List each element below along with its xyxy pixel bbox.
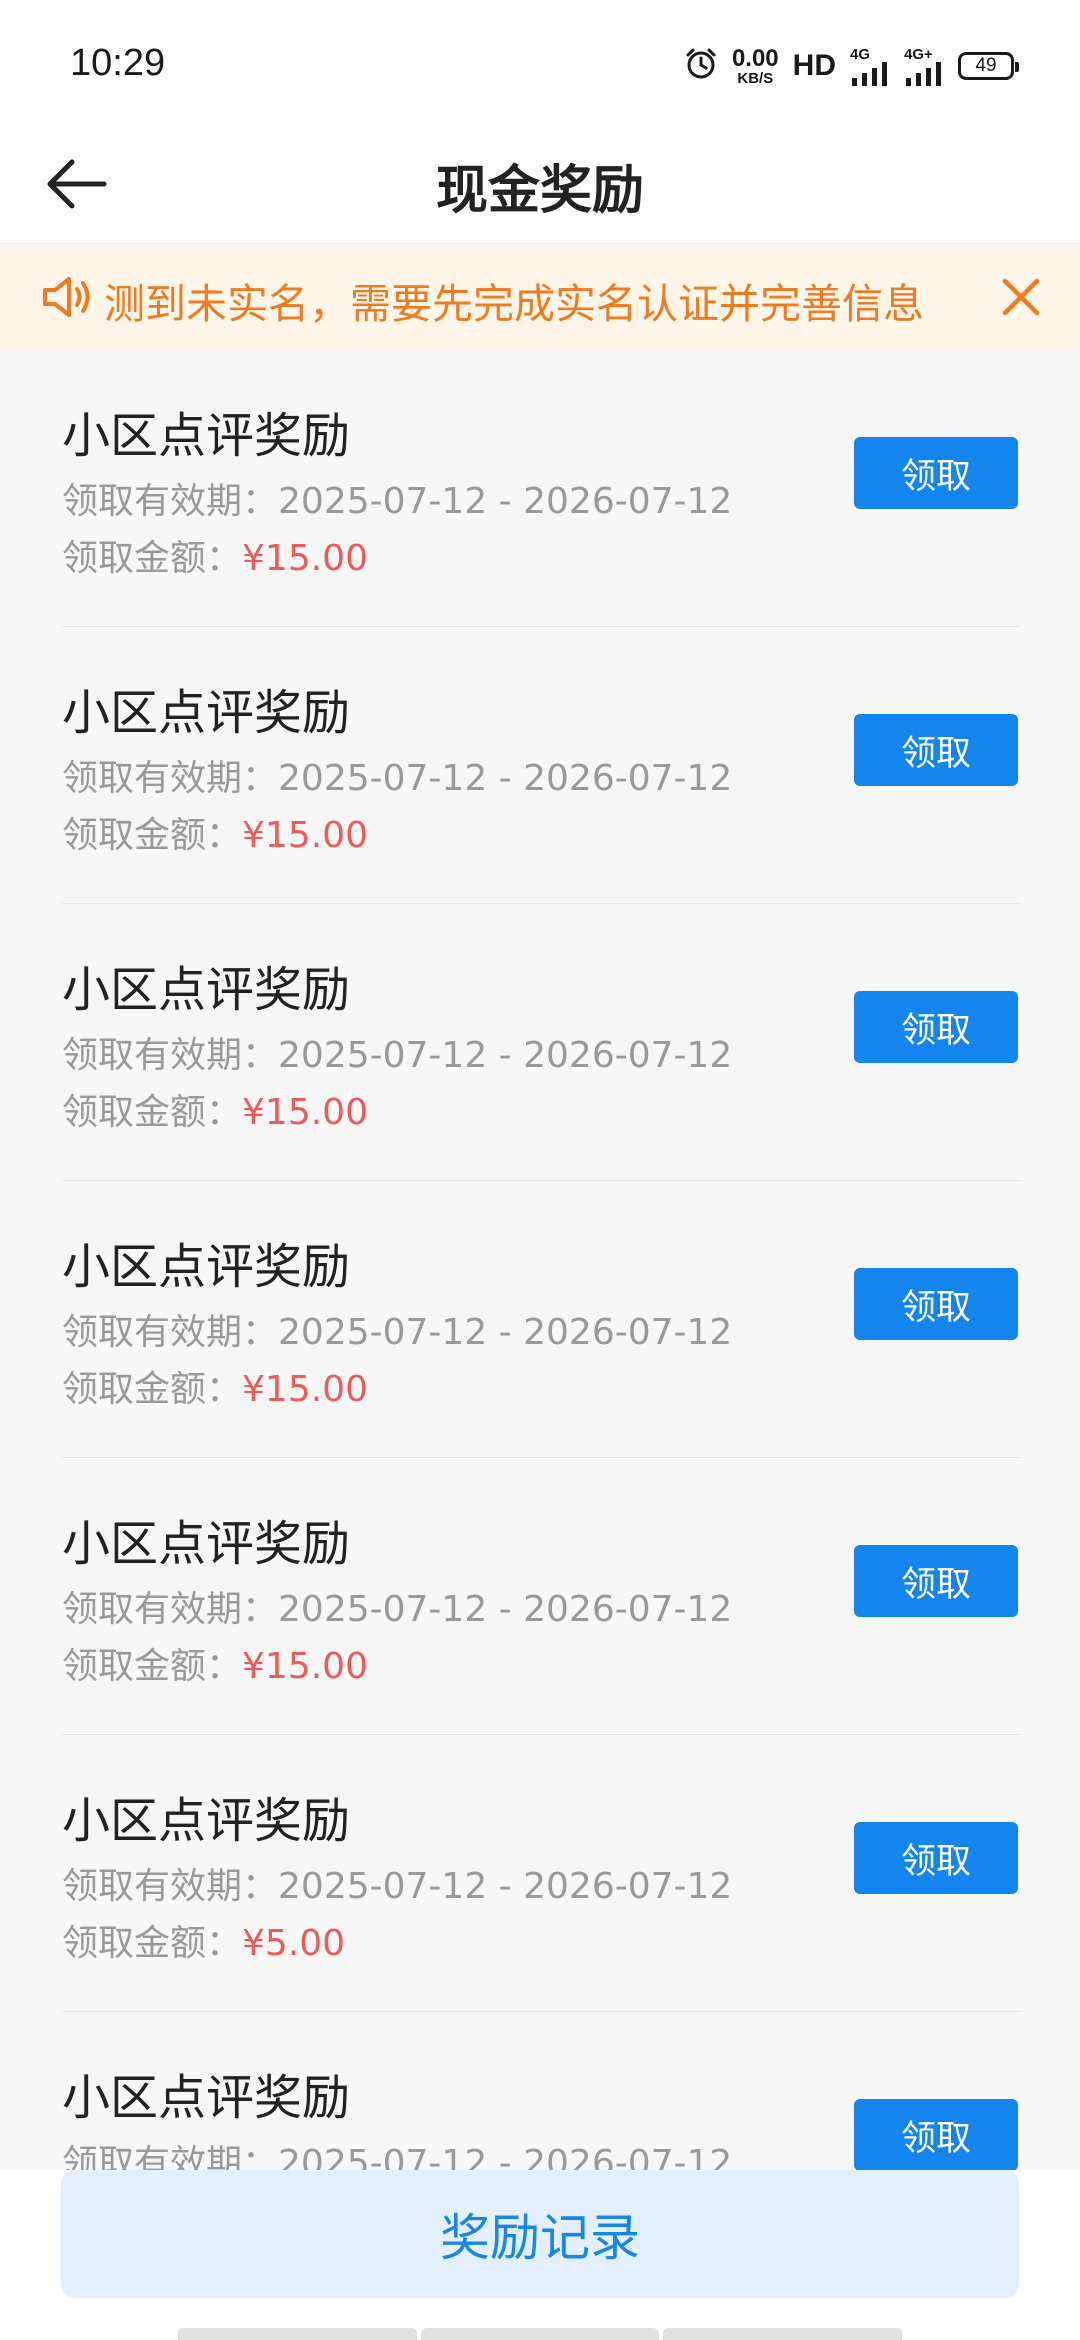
claim-button[interactable]: 领取 [854, 1545, 1018, 1617]
status-icons: 0.00 KB/S HD 4G 4G+ 49 [684, 44, 1019, 88]
amount-value: ¥15.00 [242, 538, 368, 579]
validity-value: 2025-07-12 - 2026-07-12 [278, 1035, 733, 1076]
close-icon [1002, 278, 1040, 316]
reward-item: 小区点评奖励 领取有效期：2025-07-12 - 2026-07-12 领取金… [62, 1181, 1020, 1458]
reward-item: 小区点评奖励 领取有效期：2025-07-12 - 2026-07-12 领取金… [62, 904, 1020, 1181]
nav-segment [420, 2328, 660, 2340]
battery-icon: 49 [958, 52, 1019, 80]
reward-validity: 领取有效期：2025-07-12 - 2026-07-12 [62, 1580, 732, 1632]
validity-label: 领取有效期： [62, 481, 279, 522]
reward-validity: 领取有效期：2025-07-12 - 2026-07-12 [62, 749, 732, 801]
reward-amount: 领取金额：¥15.00 [62, 529, 368, 581]
network-speed: 0.00 KB/S [731, 44, 779, 87]
validity-label: 领取有效期： [62, 1589, 279, 1630]
reward-validity: 领取有效期：2025-07-12 - 2026-07-12 [62, 472, 732, 524]
amount-label: 领取金额： [62, 1646, 243, 1687]
reward-amount: 领取金额：¥15.00 [62, 1360, 368, 1412]
navigation-hint [178, 2328, 903, 2340]
close-button[interactable] [996, 272, 1046, 322]
signal-icon: 4G+ [904, 47, 944, 86]
reward-item: 小区点评奖励 领取有效期：2025-07-12 - 2026-07-12 领取 [62, 2012, 1020, 2170]
hd-indicator: HD [792, 49, 836, 82]
nav-segment [663, 2328, 903, 2340]
reward-item: 小区点评奖励 领取有效期：2025-07-12 - 2026-07-12 领取金… [62, 1735, 1020, 2012]
page-title: 现金奖励 [435, 161, 644, 221]
reward-validity: 领取有效期：2025-07-12 - 2026-07-12 [62, 1857, 732, 1909]
claim-button[interactable]: 领取 [854, 714, 1018, 786]
reward-title: 小区点评奖励 [62, 1239, 351, 1295]
claim-button[interactable]: 领取 [854, 1268, 1018, 1340]
network-speed-value: 0.00 [731, 44, 779, 72]
claim-button[interactable]: 领取 [854, 1822, 1018, 1894]
reward-title: 小区点评奖励 [62, 962, 351, 1018]
validity-value: 2025-07-12 - 2026-07-12 [278, 1312, 733, 1353]
reward-amount: 领取金额：¥15.00 [62, 1637, 368, 1689]
reward-list[interactable]: 小区点评奖励 领取有效期：2025-07-12 - 2026-07-12 领取金… [0, 350, 1080, 2170]
reward-title: 小区点评奖励 [62, 1516, 351, 1572]
notice-text[interactable]: 测到未实名，需要先完成实名认证并完善信息 [104, 270, 924, 330]
reward-validity: 领取有效期：2025-07-12 - 2026-07-12 [62, 1303, 732, 1355]
amount-label: 领取金额： [62, 1092, 243, 1133]
validity-value: 2025-07-12 - 2026-07-12 [278, 758, 733, 799]
claim-button[interactable]: 领取 [854, 991, 1018, 1063]
amount-value: ¥15.00 [242, 1369, 368, 1410]
speaker-icon [42, 274, 94, 320]
reward-title: 小区点评奖励 [62, 408, 351, 464]
amount-label: 领取金额： [62, 815, 243, 856]
bottom-bar: 奖励记录 [0, 2170, 1080, 2340]
status-time: 10:29 [70, 42, 166, 84]
header: 现金奖励 [0, 120, 1080, 244]
validity-value: 2025-07-12 - 2026-07-12 [278, 481, 733, 522]
amount-label: 领取金额： [62, 538, 243, 579]
claim-button[interactable]: 领取 [854, 437, 1018, 509]
amount-value: ¥5.00 [242, 1923, 346, 1964]
nav-segment [178, 2328, 417, 2340]
amount-label: 领取金额： [62, 1369, 243, 1410]
validity-value: 2025-07-12 - 2026-07-12 [278, 2143, 733, 2170]
amount-value: ¥15.00 [242, 1092, 368, 1133]
signal-label: 4G [850, 45, 871, 63]
validity-label: 领取有效期： [62, 1312, 279, 1353]
battery-level: 49 [975, 55, 997, 76]
reward-title: 小区点评奖励 [62, 2070, 351, 2126]
validity-label: 领取有效期： [62, 2143, 279, 2170]
alarm-icon [684, 47, 718, 85]
amount-label: 领取金额： [62, 1923, 243, 1964]
reward-validity: 领取有效期：2025-07-12 - 2026-07-12 [62, 1026, 732, 1078]
reward-title: 小区点评奖励 [62, 1793, 351, 1849]
notice-bar: 测到未实名，需要先完成实名认证并完善信息 [0, 244, 1080, 350]
signal-icon: 4G [850, 47, 890, 86]
validity-value: 2025-07-12 - 2026-07-12 [278, 1589, 733, 1630]
amount-value: ¥15.00 [242, 815, 368, 856]
signal-label: 4G+ [904, 45, 933, 63]
validity-label: 领取有效期： [62, 1035, 279, 1076]
reward-item: 小区点评奖励 领取有效期：2025-07-12 - 2026-07-12 领取金… [62, 1458, 1020, 1735]
reward-item: 小区点评奖励 领取有效期：2025-07-12 - 2026-07-12 领取金… [62, 350, 1020, 627]
validity-value: 2025-07-12 - 2026-07-12 [278, 1866, 733, 1907]
reward-title: 小区点评奖励 [62, 685, 351, 741]
reward-record-button[interactable]: 奖励记录 [61, 2170, 1019, 2298]
reward-amount: 领取金额：¥15.00 [62, 1083, 368, 1135]
reward-amount: 领取金额：¥5.00 [62, 1914, 345, 1966]
amount-value: ¥15.00 [242, 1646, 368, 1687]
validity-label: 领取有效期： [62, 1866, 279, 1907]
status-bar: 10:29 0.00 KB/S HD 4G 4G+ 49 [0, 0, 1080, 120]
validity-label: 领取有效期： [62, 758, 279, 799]
reward-amount: 领取金额：¥15.00 [62, 806, 368, 858]
network-speed-unit: KB/S [737, 69, 774, 87]
reward-item: 小区点评奖励 领取有效期：2025-07-12 - 2026-07-12 领取金… [62, 627, 1020, 904]
claim-button[interactable]: 领取 [854, 2099, 1018, 2170]
reward-validity: 领取有效期：2025-07-12 - 2026-07-12 [62, 2134, 732, 2170]
